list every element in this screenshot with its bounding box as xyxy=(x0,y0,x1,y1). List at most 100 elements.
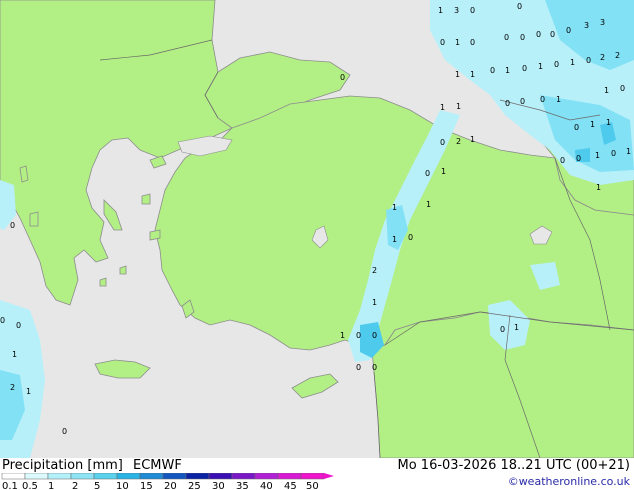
precip-value: 0 xyxy=(520,97,525,106)
precip-value: 0 xyxy=(586,56,591,65)
land-ionian xyxy=(29,211,39,227)
legend-ticks: 0.1 0.5 1 2 5 10 15 20 25 30 35 40 45 50 xyxy=(2,481,319,490)
legend-tick: 25 xyxy=(188,481,201,490)
legend-tick: 20 xyxy=(164,481,177,490)
legend-swatch xyxy=(254,473,279,480)
precip-value: 0 xyxy=(440,38,445,47)
precip-value: 0 xyxy=(470,38,475,47)
precip-value: 1 xyxy=(570,58,575,67)
credit-link[interactable]: ©weatheronline.co.uk xyxy=(508,475,630,488)
legend-swatch xyxy=(300,473,325,480)
color-legend: 0.1 0.5 1 2 5 10 15 20 25 30 35 40 45 50 xyxy=(1,473,334,490)
precip-value: 0 xyxy=(566,26,571,35)
legend-tick: 1 xyxy=(48,481,54,490)
precip-value: 0 xyxy=(356,331,361,340)
precip-value: 1 xyxy=(392,235,397,244)
precip-value: 2 xyxy=(615,51,620,60)
precip-value: 1 xyxy=(596,183,601,192)
legend-tick: 45 xyxy=(284,481,297,490)
land-samos xyxy=(149,229,161,241)
legend-tick: 0.5 xyxy=(22,481,38,490)
legend-swatch xyxy=(139,473,164,480)
precip-value: 1 xyxy=(538,62,543,71)
precip-value: 1 xyxy=(456,102,461,111)
precip-value: 0 xyxy=(520,33,525,42)
legend-swatch xyxy=(185,473,210,480)
precip-value: 0 xyxy=(576,154,581,163)
precip-value: 0 xyxy=(620,84,625,93)
precip-value: 1 xyxy=(556,95,561,104)
legend-arrow xyxy=(324,473,334,479)
precip-value: 1 xyxy=(455,70,460,79)
precip-value: 2 xyxy=(600,53,605,62)
precip-value: 1 xyxy=(12,350,17,359)
precip-value: 0 xyxy=(505,99,510,108)
precip-value: 0 xyxy=(408,233,413,242)
weather-map-page: 1 3 0 0 0 0 0 0 0 3 3 0 1 0 2 2 1 1 0 1 … xyxy=(0,0,634,490)
precip-value: 0 xyxy=(0,316,5,325)
precip-value: 2 xyxy=(456,137,461,146)
legend-swatch xyxy=(231,473,256,480)
precip-value: 0 xyxy=(540,95,545,104)
precip-value: 1 xyxy=(340,331,345,340)
legend-swatch xyxy=(162,473,187,480)
precip-value: 1 xyxy=(455,38,460,47)
precip-value: 0 xyxy=(356,363,361,372)
precip-value: 0 xyxy=(574,123,579,132)
precip-value: 0 xyxy=(611,149,616,158)
precip-value: 1 xyxy=(426,200,431,209)
precip-value: 0 xyxy=(62,427,67,436)
legend-swatch xyxy=(70,473,95,480)
legend-swatch xyxy=(277,473,302,480)
precip-value: 2 xyxy=(372,266,377,275)
precip-value: 0 xyxy=(340,73,345,82)
precip-value: 1 xyxy=(470,135,475,144)
legend-swatch xyxy=(208,473,233,480)
precip-value: 3 xyxy=(584,21,589,30)
precip-value: 0 xyxy=(490,66,495,75)
map-title-text: Precipitation [mm] xyxy=(2,458,123,473)
precip-value: 1 xyxy=(470,70,475,79)
legend-tick: 30 xyxy=(212,481,225,490)
precip-value: 3 xyxy=(600,18,605,27)
legend-tick: 5 xyxy=(94,481,100,490)
precip-value: 1 xyxy=(441,167,446,176)
precip-value: 0 xyxy=(554,60,559,69)
precip-value: 1 xyxy=(626,147,631,156)
precip-value: 0 xyxy=(536,30,541,39)
precip-value: 0 xyxy=(440,138,445,147)
precip-value: 0 xyxy=(550,30,555,39)
precip-value: 1 xyxy=(595,151,600,160)
legend-tick: 2 xyxy=(72,481,78,490)
legend-tick: 0.1 xyxy=(2,481,18,490)
precip-value: 1 xyxy=(438,6,443,15)
precip-value: 0 xyxy=(10,221,15,230)
precip-value: 1 xyxy=(372,298,377,307)
precip-value: 1 xyxy=(604,86,609,95)
map-title: Precipitation [mm] ECMWF xyxy=(2,458,182,473)
precip-value: 0 xyxy=(522,64,527,73)
precip-value: 0 xyxy=(470,6,475,15)
legend-tick: 15 xyxy=(140,481,153,490)
precip-value: 1 xyxy=(26,387,31,396)
legend-swatches xyxy=(1,473,334,480)
precip-value: 1 xyxy=(440,103,445,112)
land-chios xyxy=(141,193,151,205)
legend-swatch xyxy=(93,473,118,480)
precip-value: 1 xyxy=(392,203,397,212)
precip-value: 0 xyxy=(372,331,377,340)
precip-value: 3 xyxy=(454,6,459,15)
precipitation-map: 1 3 0 0 0 0 0 0 0 3 3 0 1 0 2 2 1 1 0 1 … xyxy=(0,0,634,458)
legend-swatch xyxy=(47,473,72,480)
precip-value: 0 xyxy=(500,325,505,334)
precip-value: 0 xyxy=(517,2,522,11)
precip-value: 1 xyxy=(505,66,510,75)
precip-value: 1 xyxy=(606,118,611,127)
legend-tick: 10 xyxy=(116,481,129,490)
precip-value: 0 xyxy=(504,33,509,42)
legend-swatch xyxy=(1,473,26,480)
valid-time: Mo 16-03-2026 18..21 UTC (00+21) xyxy=(397,458,631,473)
precip-value: 0 xyxy=(560,156,565,165)
precip-value: 2 xyxy=(10,383,15,392)
precip-value: 0 xyxy=(372,363,377,372)
